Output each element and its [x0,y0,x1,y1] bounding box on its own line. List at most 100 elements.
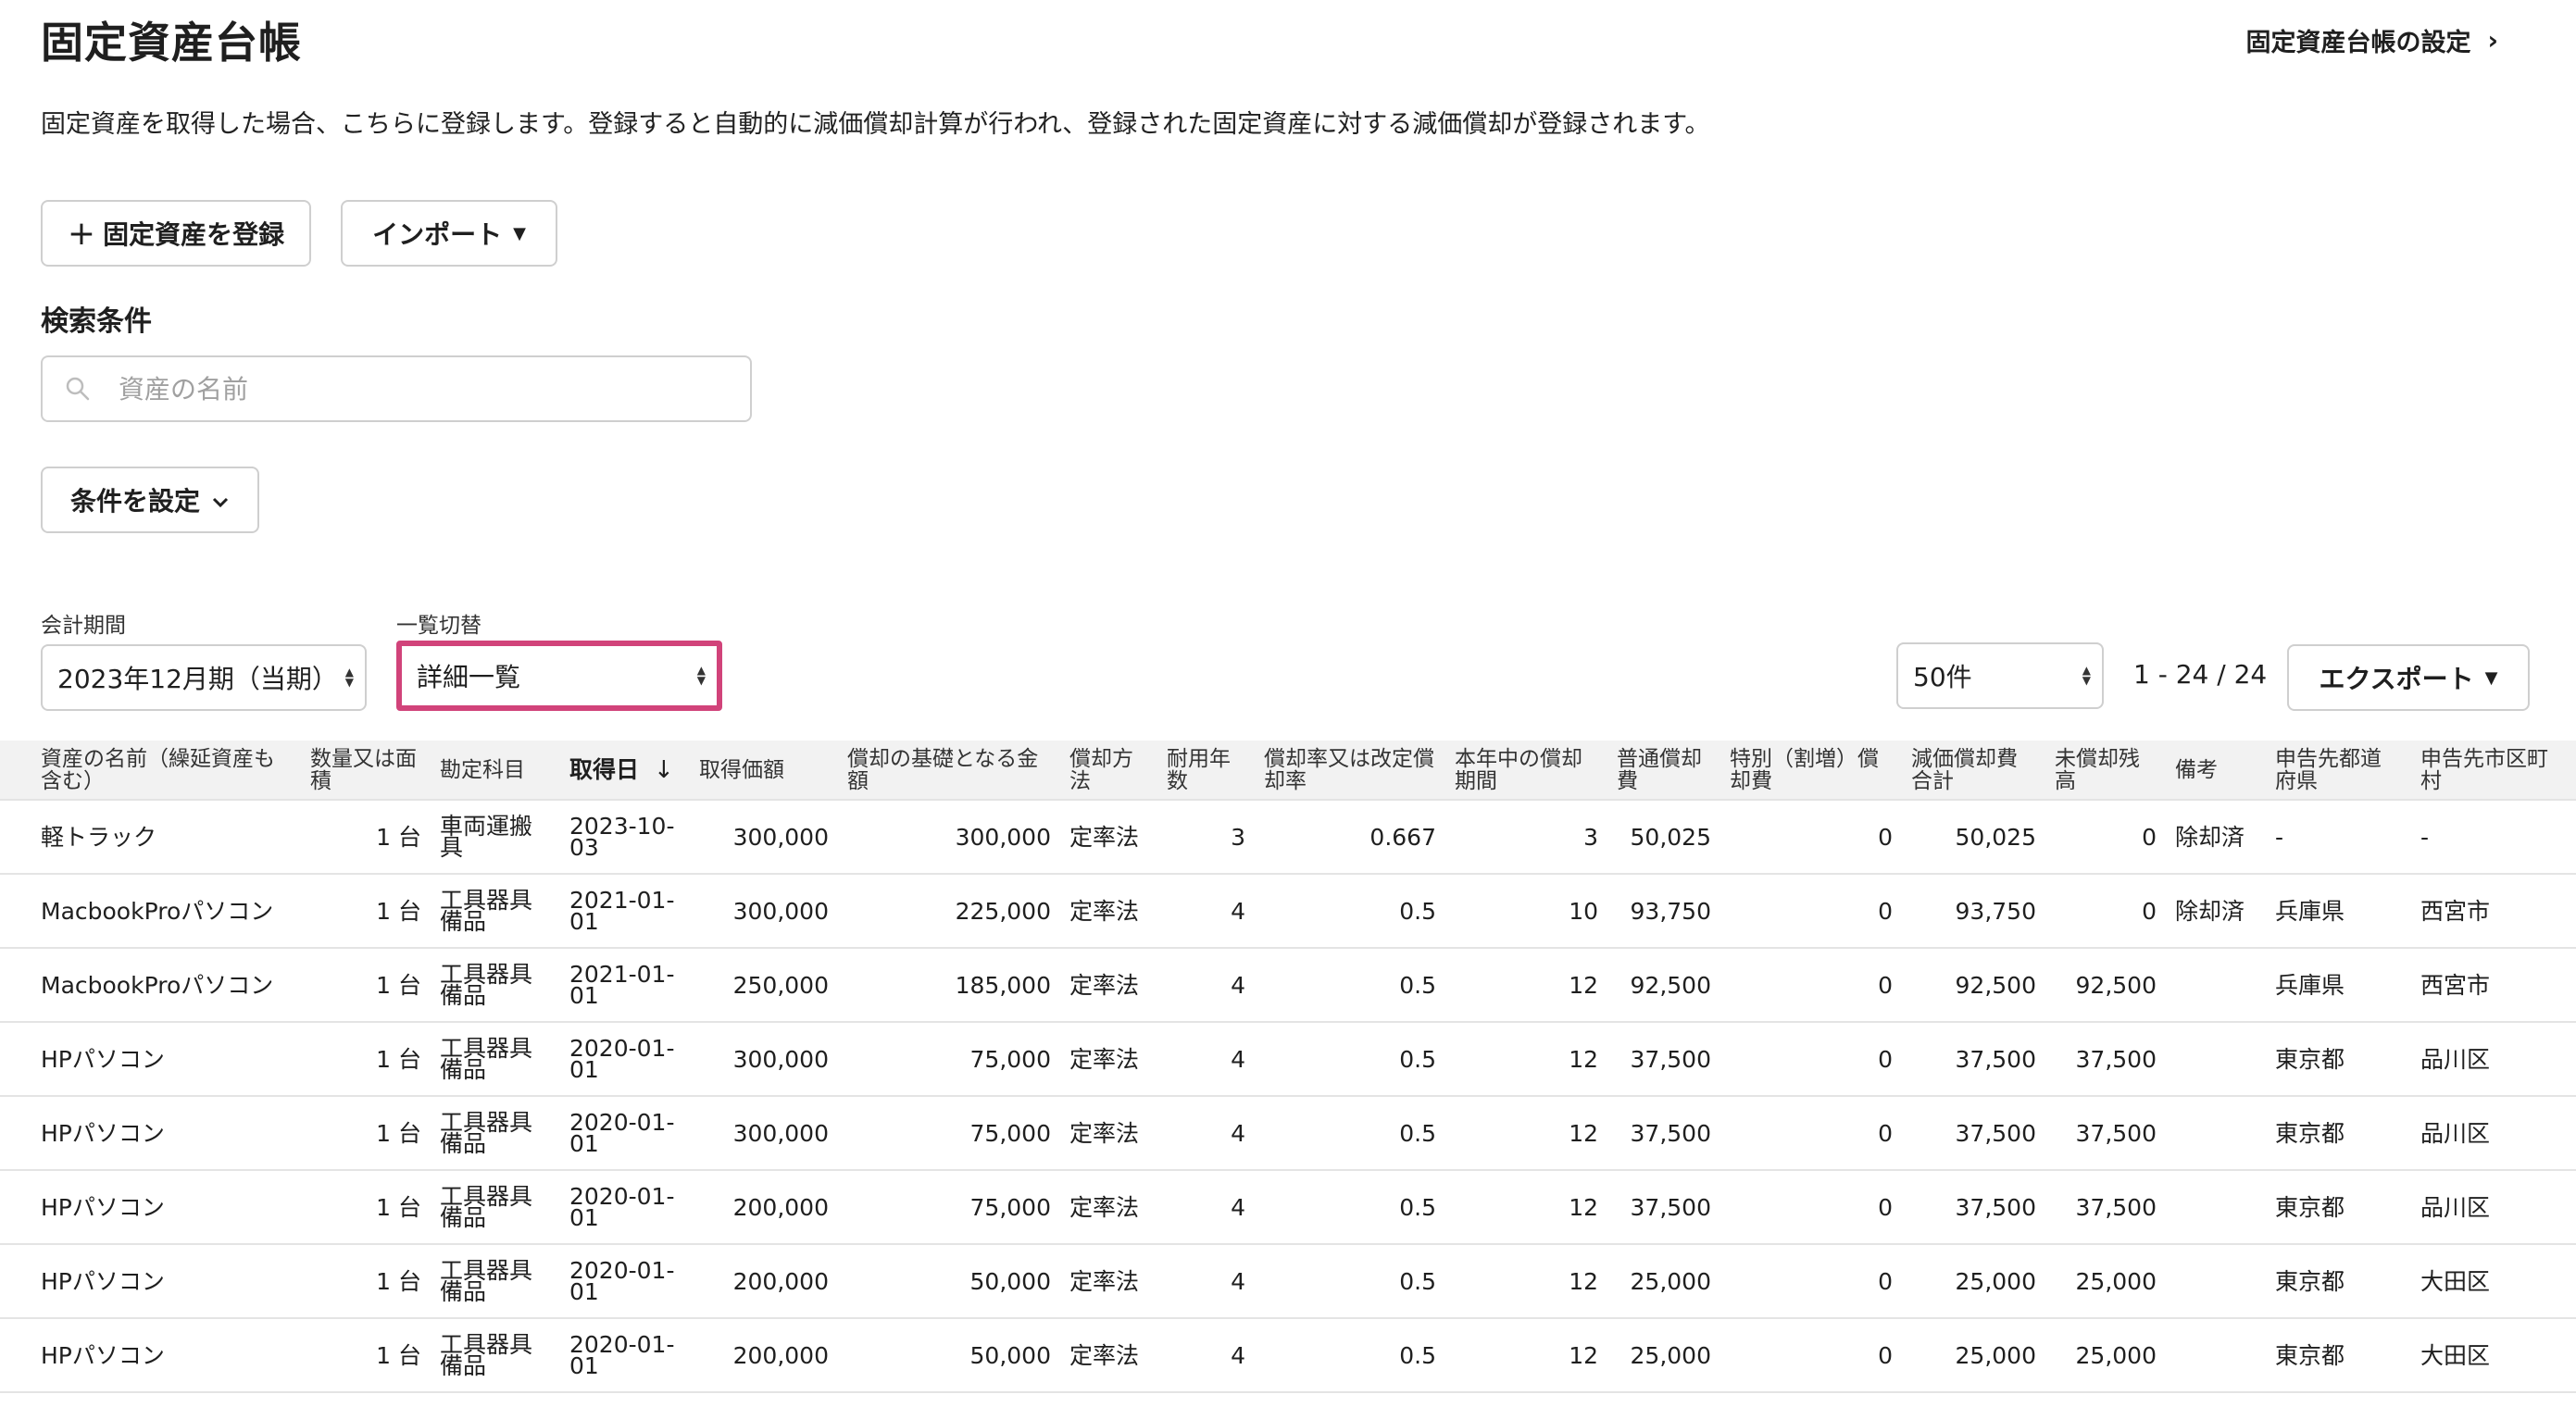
cell-remarks [2166,1170,2266,1245]
caret-down-icon: ▼ [513,223,526,243]
settings-link-label: 固定資産台帳の設定 [2245,29,2471,57]
col-account[interactable]: 勘定科目 [431,741,560,801]
table-row[interactable]: 軽トラック 1 台車両運搬具 2023-10-03 300,000 300,000 定率法… [0,800,2576,875]
cell-method: 定率法 [1060,800,1157,875]
cell-acquisition-price: 300,000 [690,800,838,875]
period-label: 会計期間 [41,614,126,638]
col-useful-life[interactable]: 耐用年数 [1157,741,1255,801]
cell-period: 12 [1445,1318,1607,1393]
table-row[interactable]: HPパソコン 1 台工具器具備品 2020-01-01 200,000 50,000 定率… [0,1244,2576,1319]
export-button[interactable]: エクスポート ▼ [2287,644,2530,711]
cell-depreciation-base: 300,000 [838,800,1060,875]
cell-acquisition-price: 300,000 [690,1096,838,1171]
per-page-select[interactable]: 50件 ▲ ▼ [1896,642,2104,709]
col-depreciation-base[interactable]: 償却の基礎となる金額 [838,741,1060,801]
cell-special-depreciation: 0 [1720,800,1902,875]
cell-acquisition-date: 2020-01-01 [560,1096,690,1171]
cell-asset-name[interactable]: HPパソコン [0,1170,301,1245]
cell-prefecture: 東京都 [2266,1022,2411,1097]
cell-normal-depreciation: 37,500 [1607,1096,1720,1171]
col-undepreciated-balance[interactable]: 未償却残高 [2045,741,2166,801]
cell-prefecture: 兵庫県 [2266,874,2411,949]
cell-method: 定率法 [1060,874,1157,949]
cell-special-depreciation: 0 [1720,1318,1902,1393]
col-acquisition-date[interactable]: 取得日 ↓ [560,741,690,801]
cell-asset-name[interactable]: HPパソコン [0,1022,301,1097]
import-label: インポート [372,219,503,250]
cell-total-depreciation: 25,000 [1902,1244,2045,1319]
cell-asset-name[interactable]: 軽トラック [0,800,301,875]
cell-municipality: 西宮市 [2411,874,2576,949]
cell-special-depreciation: 0 [1720,1244,1902,1319]
arrow-down-icon: ↓ [654,755,674,784]
cell-undepreciated-balance: 0 [2045,800,2166,875]
view-switch-select[interactable]: 詳細一覧 ▲ ▼ [396,641,722,711]
table-row[interactable]: HPパソコン 1 台工具器具備品 2020-01-01 200,000 50,000 定率… [0,1318,2576,1393]
col-total-depreciation[interactable]: 減価償却費合計 [1902,741,2045,801]
cell-account: 工具器具備品 [431,874,560,949]
cell-asset-name[interactable]: HPパソコン [0,1096,301,1171]
cell-total-depreciation: 92,500 [1902,948,2045,1023]
import-button[interactable]: インポート ▼ [341,200,557,267]
period-select-value: 2023年12月期（当期） [57,664,338,694]
page-title: 固定資産台帳 [41,18,302,68]
set-conditions-button[interactable]: 条件を設定 [41,467,259,533]
col-special-depreciation[interactable]: 特別（割増）償却費 [1720,741,1902,801]
cell-rate: 0.5 [1255,1170,1445,1245]
table-row[interactable]: MacbookProパソコン 1 台工具器具備品 2021-01-01 250,000… [0,948,2576,1023]
cell-depreciation-base: 50,000 [838,1318,1060,1393]
table-row[interactable]: HPパソコン 1 台工具器具備品 2020-01-01 300,000 75,000 定率… [0,1022,2576,1097]
cell-useful-life: 3 [1157,800,1255,875]
table-row[interactable]: MacbookProパソコン 1 台工具器具備品 2021-01-01 300,000… [0,874,2576,949]
cell-period: 12 [1445,948,1607,1023]
cell-depreciation-base: 225,000 [838,874,1060,949]
search-input[interactable] [117,372,713,405]
cell-quantity: 1 台 [301,1096,431,1171]
cell-normal-depreciation: 25,000 [1607,1244,1720,1319]
cell-depreciation-base: 50,000 [838,1244,1060,1319]
cell-municipality: - [2411,800,2576,875]
cell-undepreciated-balance: 92,500 [2045,948,2166,1023]
settings-link[interactable]: 固定資産台帳の設定 › [2245,22,2498,58]
cell-undepreciated-balance: 37,500 [2045,1022,2166,1097]
caret-down-icon: ▼ [2484,667,2498,688]
cell-normal-depreciation: 25,000 [1607,1318,1720,1393]
cell-useful-life: 4 [1157,874,1255,949]
cell-acquisition-price: 200,000 [690,1244,838,1319]
col-period[interactable]: 本年中の償却期間 [1445,741,1607,801]
cell-quantity: 1 台 [301,874,431,949]
table-row[interactable]: HPパソコン 1 台工具器具備品 2020-01-01 200,000 75,000 定率… [0,1170,2576,1245]
cell-normal-depreciation: 92,500 [1607,948,1720,1023]
cell-useful-life: 4 [1157,948,1255,1023]
cell-asset-name[interactable]: HPパソコン [0,1318,301,1393]
col-quantity[interactable]: 数量又は面積 [301,741,431,801]
cell-period: 12 [1445,1244,1607,1319]
cell-account: 工具器具備品 [431,1244,560,1319]
register-asset-button[interactable]: + 固定資産を登録 [41,200,311,267]
cell-period: 3 [1445,800,1607,875]
cell-asset-name[interactable]: HPパソコン [0,1244,301,1319]
table-body: 軽トラック 1 台車両運搬具 2023-10-03 300,000 300,000 定率法… [0,800,2576,1393]
select-arrows-icon: ▲ ▼ [696,664,706,687]
cell-prefecture: 東京都 [2266,1096,2411,1171]
cell-special-depreciation: 0 [1720,1170,1902,1245]
col-normal-depreciation[interactable]: 普通償却費 [1607,741,1720,801]
col-acquisition-price[interactable]: 取得価額 [690,741,838,801]
col-prefecture[interactable]: 申告先都道府県 [2266,741,2411,801]
search-box[interactable] [41,355,752,422]
col-rate[interactable]: 償却率又は改定償却率 [1255,741,1445,801]
col-asset-name[interactable]: 資産の名前（繰延資産も含む） [0,741,301,801]
table-row[interactable]: HPパソコン 1 台工具器具備品 2020-01-01 300,000 75,000 定率… [0,1096,2576,1171]
cell-quantity: 1 台 [301,1170,431,1245]
col-remarks[interactable]: 備考 [2166,741,2266,801]
cell-asset-name[interactable]: MacbookProパソコン [0,874,301,949]
cell-acquisition-price: 250,000 [690,948,838,1023]
cell-method: 定率法 [1060,1096,1157,1171]
cell-asset-name[interactable]: MacbookProパソコン [0,948,301,1023]
period-select[interactable]: 2023年12月期（当期） ▲ ▼ [41,644,367,711]
cell-quantity: 1 台 [301,1022,431,1097]
view-switch-value: 詳細一覧 [417,662,521,692]
cell-total-depreciation: 37,500 [1902,1170,2045,1245]
col-method[interactable]: 償却方法 [1060,741,1157,801]
col-municipality[interactable]: 申告先市区町村 [2411,741,2576,801]
